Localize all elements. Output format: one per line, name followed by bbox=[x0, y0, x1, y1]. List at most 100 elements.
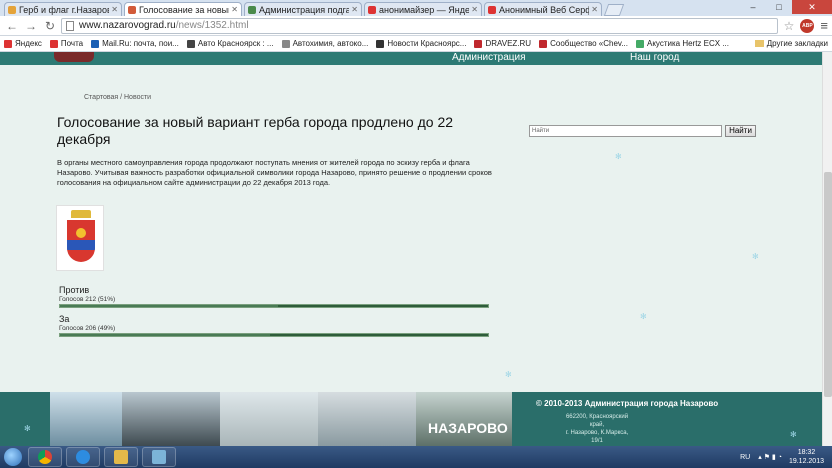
bookmark-label: Автохимия, автоко... bbox=[292, 39, 369, 48]
url-path: /news/1352.html bbox=[175, 20, 249, 31]
browser-tab[interactable]: Голосование за новый вз✕ bbox=[124, 2, 242, 16]
bookmark-label: Mail.Ru: почта, пои... bbox=[102, 39, 179, 48]
nav-our-city[interactable]: Наш город bbox=[630, 52, 679, 64]
search-input[interactable]: Найти bbox=[529, 125, 722, 137]
tab-close-icon[interactable]: ✕ bbox=[471, 5, 478, 14]
snowflake-icon: ✻ bbox=[752, 252, 759, 261]
site-header: Администрация Наш город bbox=[0, 52, 822, 65]
maximize-button[interactable]: □ bbox=[766, 0, 792, 14]
scrollbar-thumb[interactable] bbox=[824, 172, 832, 397]
footer-photo bbox=[318, 392, 416, 446]
browser-tab[interactable]: Администрация подгасс✕ bbox=[244, 2, 362, 16]
paint-icon bbox=[152, 450, 166, 464]
vote-count: Голосов 212 (51%) bbox=[59, 296, 116, 303]
page-scrollbar[interactable] bbox=[822, 52, 832, 446]
site-logo[interactable] bbox=[54, 52, 94, 62]
language-indicator[interactable]: RU bbox=[740, 454, 750, 461]
taskbar-chrome[interactable] bbox=[28, 447, 62, 467]
bookmark-item[interactable]: Акустика Hertz ECX ... bbox=[636, 39, 729, 48]
menu-icon[interactable]: ≡ bbox=[820, 18, 828, 33]
windows-logo-icon bbox=[4, 448, 22, 466]
bookmark-label: Яндекс bbox=[15, 39, 42, 48]
address-bar[interactable]: www.nazarovograd.ru/news/1352.html bbox=[61, 17, 778, 34]
tab-title: Голосование за новый вз bbox=[139, 4, 229, 15]
tab-favicon-icon bbox=[8, 5, 16, 14]
tab-favicon-icon bbox=[128, 5, 136, 14]
taskbar-app[interactable] bbox=[142, 447, 176, 467]
close-window-button[interactable]: ✕ bbox=[792, 0, 832, 14]
new-tab-button[interactable] bbox=[603, 4, 625, 16]
taskbar-ie[interactable] bbox=[66, 447, 100, 467]
bookmark-item[interactable]: DRAVEZ.RU bbox=[474, 39, 531, 48]
browser-tab[interactable]: Анонимный Веб Серфинг✕ bbox=[484, 2, 602, 16]
footer-copyright: © 2010-2013 Администрация города Назаров… bbox=[536, 399, 719, 408]
bookmark-favicon-icon bbox=[376, 39, 385, 48]
tray-icons[interactable]: ▴ ⚑ ▮ ◔ bbox=[758, 453, 782, 461]
footer-address: 662200, Красноярский край, г. Назарово, … bbox=[562, 413, 632, 445]
bookmark-item[interactable]: Яндекс bbox=[4, 39, 42, 48]
vote-option-against: Против Голосов 212 (51%) bbox=[59, 285, 489, 308]
bookmark-favicon-icon bbox=[281, 39, 290, 48]
windows-taskbar: RU ▴ ⚑ ▮ ◔ 18:32 19.12.2013 bbox=[0, 446, 832, 468]
window-controls: – □ ✕ bbox=[740, 0, 832, 14]
tab-favicon-icon bbox=[248, 5, 256, 14]
forward-icon[interactable]: → bbox=[23, 18, 39, 34]
tab-close-icon[interactable]: ✕ bbox=[231, 5, 238, 14]
bookmark-label: Почта bbox=[60, 39, 84, 48]
bookmark-favicon-icon bbox=[49, 39, 58, 48]
bookmark-favicon-icon bbox=[186, 39, 195, 48]
tab-close-icon[interactable]: ✕ bbox=[111, 5, 118, 14]
snowflake-icon: ✻ bbox=[790, 430, 797, 439]
bookmark-item[interactable]: Автохимия, автоко... bbox=[281, 39, 369, 48]
clock-date: 19.12.2013 bbox=[788, 458, 824, 465]
tab-title: анонимайзер — Яндекс bbox=[379, 4, 470, 15]
address-line: г. Назарово, К.Маркса, 19/1 bbox=[565, 430, 629, 444]
footer-photo bbox=[122, 392, 220, 446]
tab-close-icon[interactable]: ✕ bbox=[591, 5, 598, 14]
browser-tab[interactable]: анонимайзер — Яндекс ✕ bbox=[364, 2, 482, 16]
shield-icon bbox=[67, 220, 95, 262]
bookmarks-bar: Яндекс Почта Mail.Ru: почта, пои... Авто Кр… bbox=[0, 36, 832, 52]
clock-time: 18:32 bbox=[797, 449, 816, 456]
browser-tab[interactable]: Герб и флаг г.Назарово ✕ bbox=[4, 2, 122, 16]
clock[interactable]: 18:32 19.12.2013 bbox=[789, 448, 824, 466]
other-bookmarks[interactable]: Другие закладки bbox=[754, 39, 828, 48]
browser-toolbar: ← → ↻ www.nazarovograd.ru/news/1352.html… bbox=[0, 16, 832, 36]
reload-icon[interactable]: ↻ bbox=[42, 18, 58, 34]
ie-icon bbox=[76, 450, 90, 464]
tab-favicon-icon bbox=[368, 5, 376, 14]
bookmark-label: Акустика Hertz ECX ... bbox=[647, 39, 729, 48]
bookmark-item[interactable]: Сообщество «Chev... bbox=[539, 39, 628, 48]
breadcrumb[interactable]: Стартовая / Новости bbox=[84, 94, 151, 101]
tab-close-icon[interactable]: ✕ bbox=[351, 5, 358, 14]
minimize-button[interactable]: – bbox=[740, 0, 766, 14]
snowflake-icon: ✻ bbox=[24, 424, 31, 433]
bookmark-item[interactable]: Авто Красноярск : ... bbox=[186, 39, 274, 48]
vote-bar bbox=[59, 333, 489, 337]
coat-of-arms-image bbox=[56, 205, 104, 271]
folder-icon bbox=[754, 40, 764, 47]
adblock-icon[interactable]: ABP bbox=[800, 18, 815, 33]
other-bookmarks-label: Другие закладки bbox=[766, 39, 828, 48]
browser-tab-strip: Герб и флаг г.Назарово ✕ Голосование за но… bbox=[0, 0, 832, 16]
search-button[interactable]: Найти bbox=[725, 125, 756, 137]
bookmark-favicon-icon bbox=[4, 39, 12, 48]
page-viewport: Администрация Наш город Стартовая / Ново… bbox=[0, 52, 822, 446]
nav-administration[interactable]: Администрация bbox=[452, 52, 526, 64]
bookmark-label: DRAVEZ.RU bbox=[485, 39, 532, 48]
bookmark-item[interactable]: Новости Красноярс... bbox=[376, 39, 466, 48]
bookmark-favicon-icon bbox=[91, 39, 100, 48]
bookmark-item[interactable]: Mail.Ru: почта, пои... bbox=[91, 39, 179, 48]
snowflake-icon: ✻ bbox=[505, 370, 512, 379]
taskbar-explorer[interactable] bbox=[104, 447, 138, 467]
bookmark-favicon-icon bbox=[539, 39, 548, 48]
footer-photo bbox=[50, 392, 122, 446]
footer-photo bbox=[220, 392, 318, 446]
bookmark-item[interactable]: Почта bbox=[49, 39, 84, 48]
start-button[interactable] bbox=[0, 446, 26, 468]
tab-favicon-icon bbox=[488, 5, 496, 14]
bookmark-star-icon[interactable]: ☆ bbox=[784, 19, 795, 33]
crown-icon bbox=[71, 210, 91, 218]
tab-title: Анонимный Веб Серфинг bbox=[499, 4, 589, 15]
back-icon[interactable]: ← bbox=[4, 18, 20, 34]
